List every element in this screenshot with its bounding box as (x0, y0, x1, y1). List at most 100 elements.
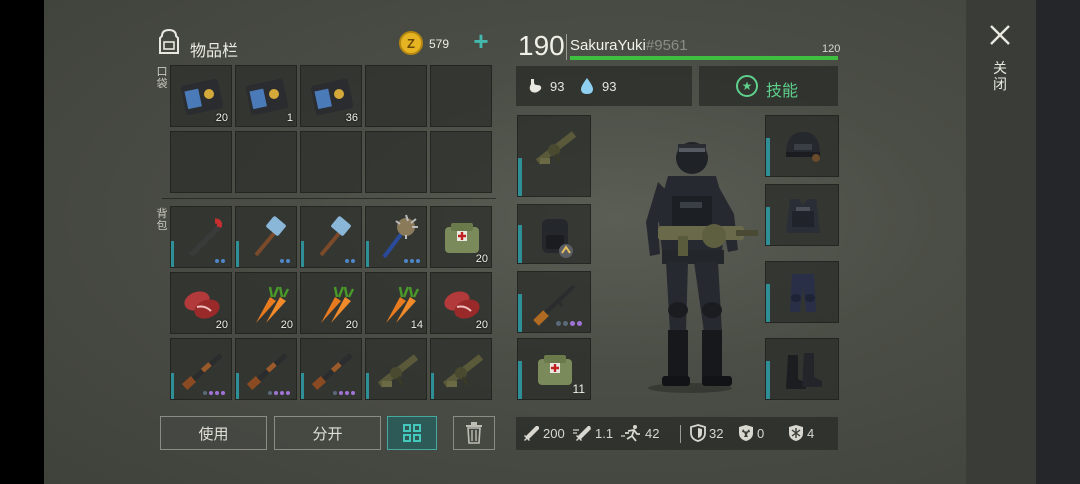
boots-icon (772, 345, 834, 395)
pocket-slot[interactable] (365, 65, 427, 127)
left-equip-slot[interactable] (517, 115, 591, 197)
backpack-slot[interactable] (365, 206, 427, 268)
sledgehammer-icon (242, 213, 292, 263)
durability-bar (766, 207, 770, 245)
right-equip-slot[interactable] (765, 184, 839, 246)
cold-stat: 4 (788, 424, 814, 442)
pocket-slot[interactable] (300, 131, 362, 193)
item-count: 20 (475, 319, 488, 331)
cold-value: 4 (807, 425, 815, 441)
item-count: 20 (475, 253, 488, 265)
player-tag: #9561 (645, 37, 688, 54)
backpack-label: 背包 (156, 208, 168, 232)
shotgun-icon (177, 345, 227, 395)
durability-bar (518, 294, 522, 332)
right-equip-slot[interactable] (765, 338, 839, 400)
pocket-slot[interactable]: 20 (170, 65, 232, 127)
backpack-slot[interactable]: 20 (170, 272, 232, 334)
mod-dots (333, 391, 355, 395)
shield-icon (690, 424, 706, 442)
left-equip-slot[interactable] (517, 204, 591, 264)
pants-icon (772, 268, 834, 318)
star-icon: ★ (736, 75, 758, 97)
pocket-slot[interactable] (430, 65, 492, 127)
thirst-value: 93 (602, 79, 617, 94)
left-equip-slot[interactable]: 11 (517, 338, 591, 400)
mod-dots (280, 259, 290, 263)
armor-value: 32 (709, 425, 724, 441)
close-label[interactable]: 关闭 (992, 60, 1008, 92)
item-count: 20 (280, 319, 293, 331)
backpack-slot[interactable] (300, 338, 362, 400)
pocket-slot[interactable]: 1 (235, 65, 297, 127)
trash-icon (466, 422, 482, 444)
item-count: 14 (410, 319, 423, 331)
delete-button[interactable] (453, 416, 495, 450)
pocket-slot[interactable] (170, 131, 232, 193)
durability-bar (518, 361, 522, 399)
backpack-slot[interactable] (170, 338, 232, 400)
pocket-slot[interactable] (430, 131, 492, 193)
stats-divider (680, 425, 681, 443)
add-coins-button[interactable]: + (468, 26, 494, 56)
use-button[interactable]: 使用 (160, 416, 267, 450)
mod-dots (556, 321, 582, 326)
backpack-slot[interactable] (235, 206, 297, 268)
fast-sword-icon (573, 426, 591, 441)
vitals-panel: 93 93 (516, 66, 692, 106)
split-button[interactable]: 分开 (274, 416, 381, 450)
mod-dots (404, 259, 420, 263)
backpack-slot[interactable]: 14 (365, 272, 427, 334)
pocket-slot[interactable] (235, 131, 297, 193)
wallet-icon (242, 72, 292, 122)
grenade-launcher-icon (372, 345, 422, 395)
durability-bar (518, 225, 522, 263)
right-equip-slot[interactable] (765, 261, 839, 323)
skills-button[interactable]: ★ 技能 (699, 66, 838, 106)
section-divider (162, 198, 496, 199)
inventory-screen: 物品栏 Z 579 + 口袋 背包 20 1 36 20 20 20 20 14 20 使用 … (44, 0, 1034, 484)
durability-bar (171, 241, 174, 267)
pocket-slot[interactable]: 36 (300, 65, 362, 127)
item-count: 20 (215, 112, 228, 124)
backpack-slot[interactable] (365, 338, 427, 400)
sort-button[interactable] (387, 416, 437, 450)
left-equip-slot[interactable] (517, 271, 591, 333)
durability-bar (766, 138, 770, 176)
grid-icon (403, 424, 421, 442)
player-level: 190 (518, 30, 565, 61)
coin-icon: Z (399, 31, 423, 55)
speed-stat: 42 (620, 424, 659, 442)
attack-speed-stat: 1.1 (572, 424, 613, 442)
radiation-value: 0 (757, 425, 765, 441)
backpack-slot[interactable]: 20 (430, 206, 492, 268)
pocket-label: 口袋 (156, 66, 168, 90)
coin-count: 579 (429, 37, 450, 51)
spiked-mace-icon (372, 213, 422, 263)
radiation-stat: 0 (738, 424, 764, 442)
close-icon[interactable] (989, 24, 1011, 46)
durability-bar (301, 241, 304, 267)
right-equip-slot[interactable] (765, 115, 839, 177)
item-count: 11 (572, 382, 585, 396)
backpack-slot[interactable]: 20 (235, 272, 297, 334)
sword-icon (524, 426, 539, 441)
backpack-slot[interactable] (170, 206, 232, 268)
backpack-slot[interactable]: 20 (430, 272, 492, 334)
running-icon (621, 425, 640, 442)
item-count: 36 (345, 112, 358, 124)
backpack-slot[interactable] (300, 206, 362, 268)
xp-bar-fill (570, 56, 838, 60)
backpack-slot[interactable] (235, 338, 297, 400)
durability-bar (431, 373, 434, 399)
mod-dots (345, 259, 355, 263)
skills-label: 技能 (766, 83, 799, 100)
grenade-launcher-icon (437, 345, 487, 395)
character-model (646, 142, 758, 393)
hunger-value: 93 (550, 79, 565, 94)
backpack-slot[interactable] (430, 338, 492, 400)
backpack-icon (159, 28, 179, 54)
water-drop-icon (581, 78, 593, 94)
pocket-slot[interactable] (365, 131, 427, 193)
backpack-slot[interactable]: 20 (300, 272, 362, 334)
